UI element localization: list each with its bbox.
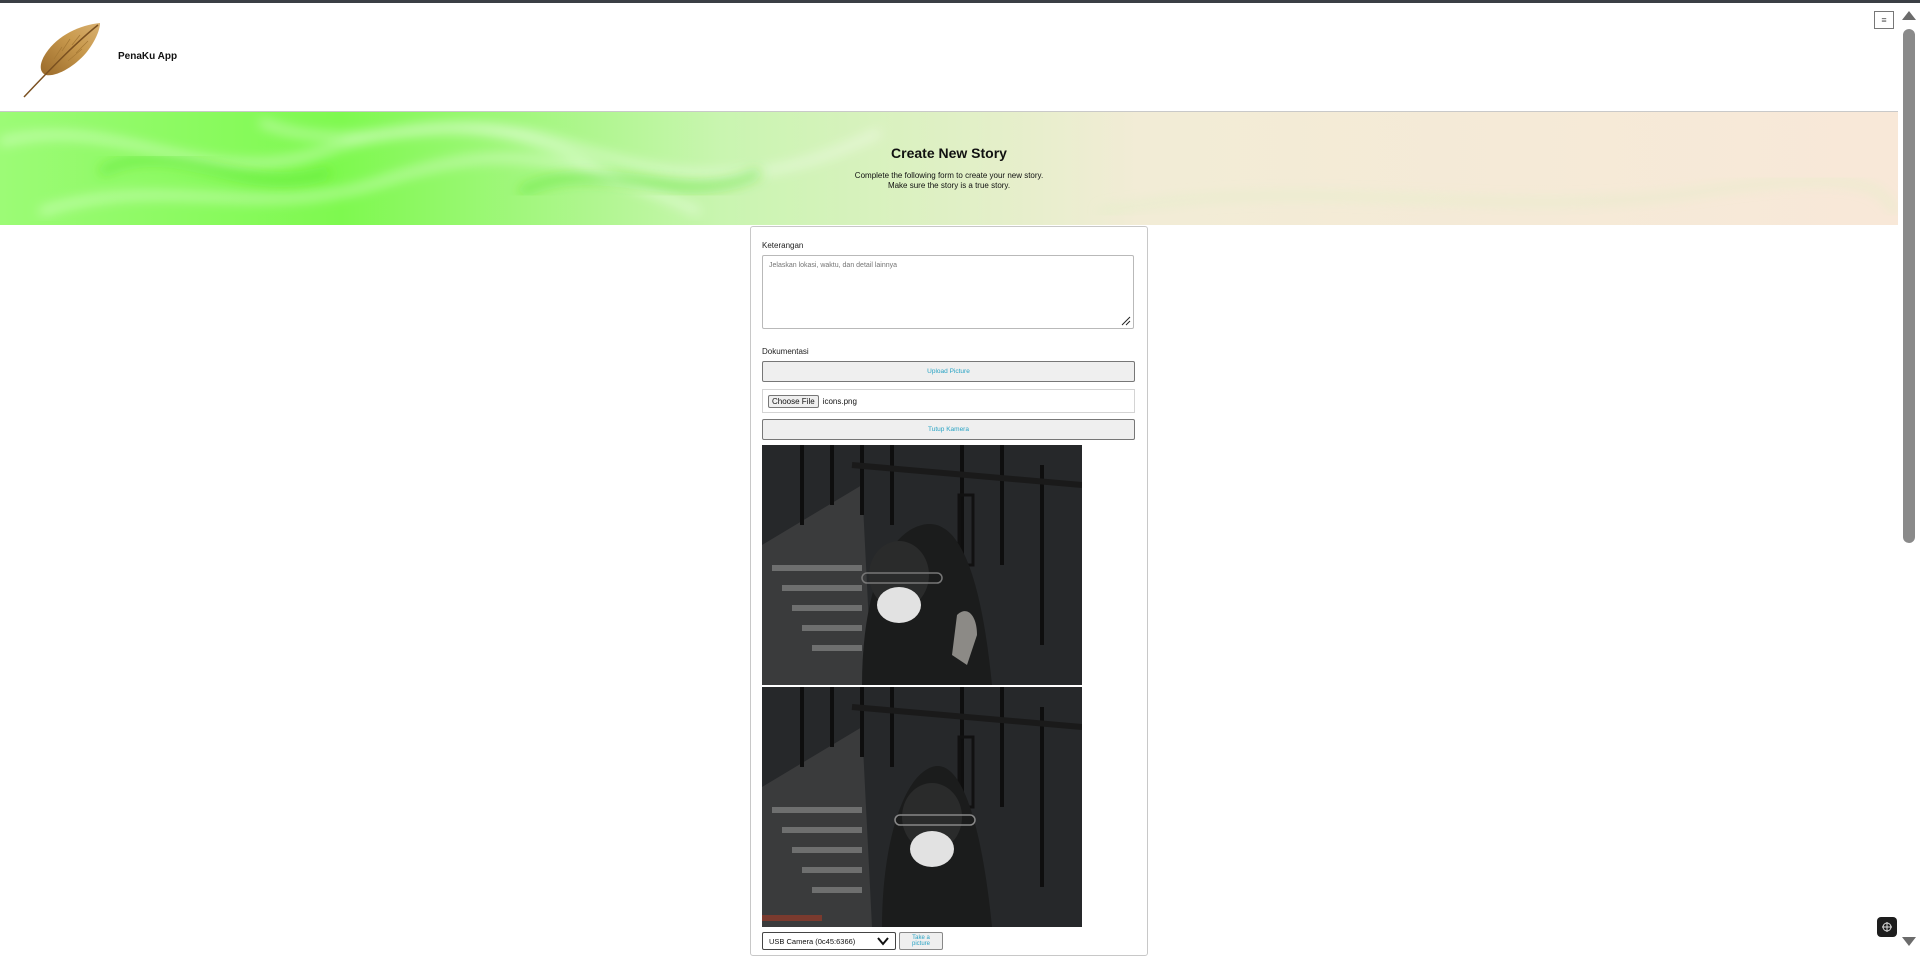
resize-grip-icon[interactable]: [1121, 316, 1131, 326]
page-title: Create New Story: [891, 145, 1007, 161]
hero-banner: Create New Story Complete the following …: [0, 112, 1898, 225]
documentation-label: Dokumentasi: [762, 347, 809, 356]
camera-preview-video: [762, 445, 1082, 685]
upload-picture-button[interactable]: Upload Picture: [762, 361, 1135, 382]
subtitle-line-1: Complete the following form to create yo…: [854, 171, 1044, 180]
feather-quill-icon: [23, 23, 100, 98]
choose-file-button[interactable]: Choose File: [768, 394, 819, 408]
description-textarea[interactable]: [762, 255, 1134, 329]
file-name: icons.png: [822, 396, 857, 406]
scroll-up-arrow-icon[interactable]: [1902, 11, 1916, 20]
vertical-scrollbar[interactable]: [1898, 3, 1920, 950]
close-camera-button[interactable]: Tutup Kamera: [762, 419, 1135, 440]
hamburger-icon: ≡: [1881, 15, 1887, 25]
captured-picture: [762, 687, 1082, 927]
scroll-down-arrow-icon[interactable]: [1902, 937, 1916, 946]
page-subtitle: Complete the following form to create yo…: [0, 171, 1898, 191]
description-label: Keterangan: [762, 241, 804, 250]
hamburger-menu-button[interactable]: ≡: [1874, 11, 1894, 29]
subtitle-line-2: Make sure the story is a true story.: [887, 181, 1011, 190]
file-input[interactable]: Choose File icons.png: [762, 389, 1135, 413]
camera-select[interactable]: USB Camera (0c45:6366): [762, 932, 896, 950]
floating-widget-icon[interactable]: [1877, 917, 1897, 937]
chevron-down-icon: [877, 937, 889, 946]
scrollbar-thumb[interactable]: [1903, 29, 1915, 543]
app-header: PenaKu App ≡: [0, 3, 1898, 112]
camera-select-value: USB Camera (0c45:6366): [769, 936, 856, 946]
app-brand-name[interactable]: PenaKu App: [118, 51, 177, 62]
take-picture-button[interactable]: Take a picture: [899, 932, 943, 950]
create-story-form: Keterangan Dokumentasi Upload Picture Ch…: [750, 226, 1148, 956]
